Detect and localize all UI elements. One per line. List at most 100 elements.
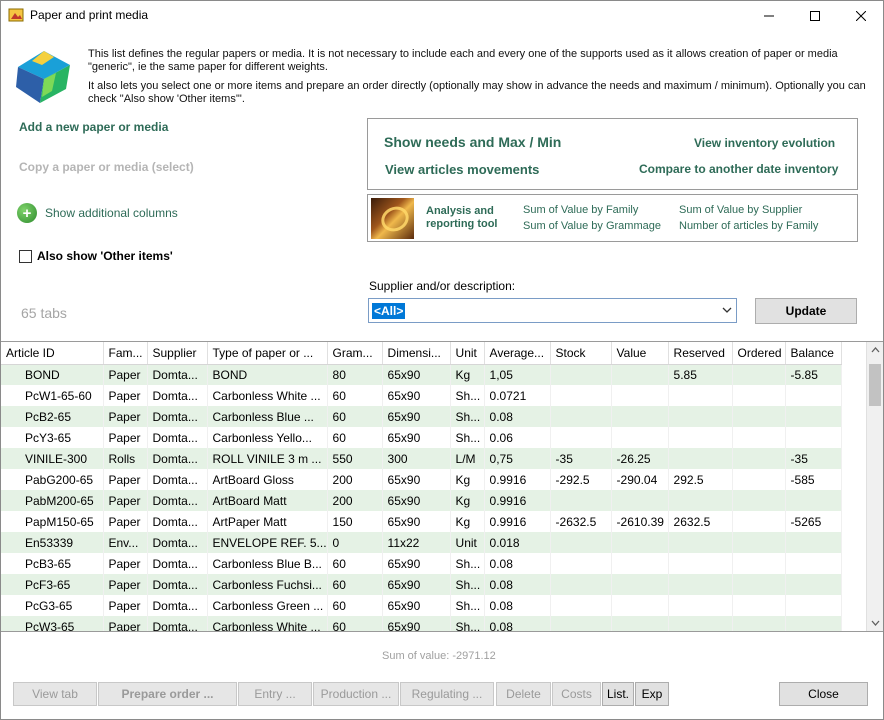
table-cell [732,616,786,631]
table-cell: 60 [327,574,383,595]
table-cell: 65x90 [382,364,451,385]
column-header[interactable]: Unit [450,342,485,365]
add-paper-link[interactable]: Add a new paper or media [19,120,168,134]
sum-value-by-supplier-link[interactable]: Sum of Value by Supplier [679,204,802,216]
table-cell: Domta... [147,595,208,616]
table-row[interactable]: PcB3-65 Paper Domta... Carbonless Blue B...… [1,553,842,574]
table-cell [611,490,669,511]
table-cell: L/M [450,448,485,469]
table-row[interactable]: PcF3-65 Paper Domta... Carbonless Fuchsi...… [1,574,842,595]
table-cell [550,553,612,574]
export-button[interactable]: Exp [635,682,669,706]
table-cell: Paper [103,364,148,385]
list-button[interactable]: List. [602,682,634,706]
table-cell: 0.9916 [484,490,551,511]
vertical-scrollbar[interactable] [866,342,883,631]
entry-button[interactable]: Entry ... [238,682,312,706]
show-columns-label: Show additional columns [45,206,178,220]
articles-table[interactable]: Article ID Fam... Supplier Type of paper or… [1,341,883,632]
minimize-icon [764,15,774,16]
costs-button[interactable]: Costs [552,682,601,706]
table-row[interactable]: VINILE-300 Rolls Domta... ROLL VINILE 3 m .… [1,448,842,469]
column-header[interactable]: Article ID [1,342,104,365]
show-needs-link[interactable]: Show needs and Max / Min [384,134,561,150]
table-row[interactable]: PcW3-65 Paper Domta... Carbonless White ...… [1,616,842,631]
table-row[interactable]: PcB2-65 Paper Domta... Carbonless Blue ... 6… [1,406,842,427]
copy-paper-link[interactable]: Copy a paper or media (select) [19,160,194,174]
table-cell: Paper [103,385,148,406]
table-row[interactable]: PapM150-65 Paper Domta... ArtPaper Matt 150 6… [1,511,842,532]
table-cell [611,616,669,631]
column-header[interactable]: Dimensi... [382,342,451,365]
table-cell [732,448,786,469]
scrollbar-thumb[interactable] [869,364,881,406]
table-cell: Kg [450,490,485,511]
table-row[interactable]: PcG3-65 Paper Domta... Carbonless Green ...… [1,595,842,616]
close-button[interactable]: Close [779,682,868,706]
table-row[interactable]: En53339 Env... Domta... ENVELOPE REF. 5... 0… [1,532,842,553]
minimize-button[interactable] [746,0,792,31]
column-header[interactable]: Stock [550,342,612,365]
column-header[interactable]: Value [611,342,669,365]
table-cell: 0.9916 [484,511,551,532]
table-cell: Paper [103,406,148,427]
table-cell: 5.85 [668,364,733,385]
close-window-button[interactable] [838,0,884,31]
table-cell: Paper [103,490,148,511]
table-cell [785,490,842,511]
table-cell [785,595,842,616]
table-row[interactable]: PabM200-65 Paper Domta... ArtBoard Matt 200 6… [1,490,842,511]
update-button[interactable]: Update [755,298,857,324]
table-cell: Paper [103,616,148,631]
table-cell: 0.08 [484,616,551,631]
table-cell [668,595,733,616]
close-icon [856,10,866,21]
also-show-other-items-checkbox[interactable]: Also show 'Other items' [19,249,173,263]
table-cell: Domta... [147,574,208,595]
column-header[interactable]: Type of paper or ... [207,342,328,365]
intro-line-1: This list defines the regular papers or … [88,48,838,73]
prepare-order-button[interactable]: Prepare order ... [98,682,237,706]
column-header[interactable]: Gram... [327,342,383,365]
table-row[interactable]: PcW1-65-60 Paper Domta... Carbonless White … [1,385,842,406]
table-row[interactable]: PcY3-65 Paper Domta... Carbonless Yello... 6… [1,427,842,448]
maximize-button[interactable] [792,0,838,31]
column-header[interactable]: Fam... [103,342,148,365]
table-row[interactable]: PabG200-65 Paper Domta... ArtBoard Gloss 200… [1,469,842,490]
table-row[interactable]: BOND Paper Domta... BOND 80 65x90 Kg 1,05 5.85 -5… [1,364,842,385]
view-tab-button[interactable]: View tab [13,682,97,706]
table-cell: PcY3-65 [1,427,104,448]
scroll-down-icon[interactable] [871,620,880,626]
also-show-label: Also show 'Other items' [37,249,173,263]
column-header[interactable]: Supplier [147,342,208,365]
column-header[interactable]: Balance [785,342,842,365]
number-articles-by-family-link[interactable]: Number of articles by Family [679,220,818,232]
regulating-button[interactable]: Regulating ... [400,682,494,706]
app-icon [8,8,24,22]
supplier-filter-select[interactable]: <All> [368,298,737,323]
view-inventory-evolution-link[interactable]: View inventory evolution [694,136,835,150]
column-header[interactable]: Ordered [732,342,786,365]
table-cell: 0.0721 [484,385,551,406]
column-header[interactable]: Average... [484,342,551,365]
view-articles-movements-link[interactable]: View articles movements [385,162,539,177]
sum-value-by-family-link[interactable]: Sum of Value by Family [523,204,638,216]
table-cell: Carbonless White ... [207,385,328,406]
sum-value-by-grammage-link[interactable]: Sum of Value by Grammage [523,220,661,232]
delete-button[interactable]: Delete [496,682,551,706]
table-cell: 1,05 [484,364,551,385]
table-cell [550,574,612,595]
production-button[interactable]: Production ... [313,682,399,706]
compare-inventory-link[interactable]: Compare to another date inventory [639,162,838,176]
table-cell: Paper [103,469,148,490]
column-header[interactable]: Reserved [668,342,733,365]
scroll-up-icon[interactable] [871,347,880,353]
table-cell [550,532,612,553]
table-cell [732,406,786,427]
show-additional-columns[interactable]: + Show additional columns [17,203,178,223]
table-cell [785,553,842,574]
table-cell: Carbonless Yello... [207,427,328,448]
table-cell [732,490,786,511]
table-cell [611,574,669,595]
table-cell: ArtBoard Gloss [207,469,328,490]
